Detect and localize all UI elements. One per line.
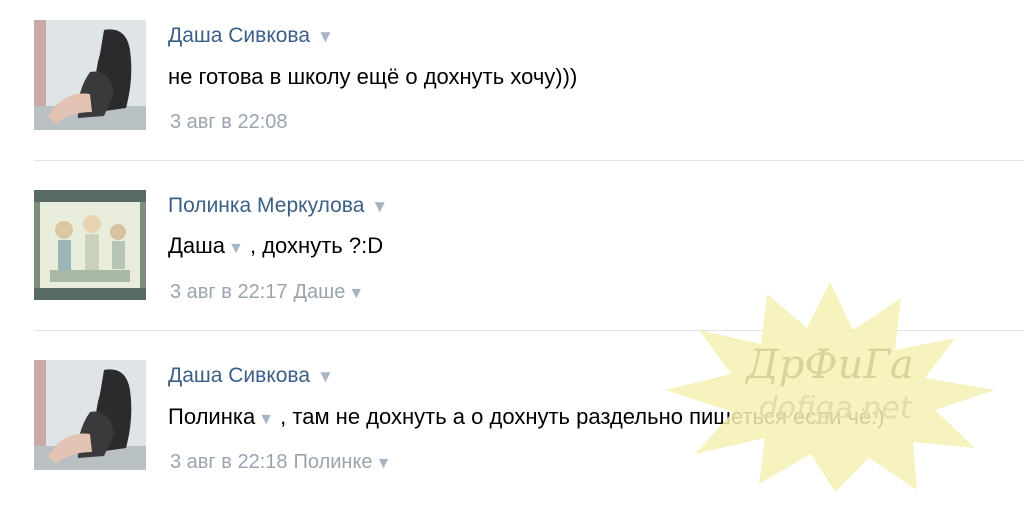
author-name[interactable]: Даша Сивкова [168, 24, 310, 47]
avatar[interactable] [34, 360, 146, 470]
triangle-down-icon[interactable]: ▼ [371, 197, 388, 216]
watermark-title: ДрФиГа [744, 342, 913, 388]
avatar-image-girl-window [34, 20, 146, 130]
comment-text-body: , дохнуть ?:D [250, 233, 384, 258]
triangle-down-icon[interactable]: ▼ [258, 411, 274, 428]
triangle-down-icon[interactable]: ▼ [317, 27, 334, 46]
comment-meta: 3 авг в 22:08 [170, 111, 288, 134]
comment-time[interactable]: 3 авг в 22:08 [170, 111, 288, 133]
avatar[interactable] [34, 190, 146, 300]
author-name[interactable]: Даша Сивкова [168, 364, 310, 387]
comment-time[interactable]: 3 авг в 22:17 [170, 281, 288, 303]
comment-meta: 3 авг в 22:18 Полинке ▼ [170, 451, 391, 474]
triangle-down-icon[interactable]: ▼ [228, 240, 244, 257]
comment-text: Даша ▼ , дохнуть ?:D [168, 233, 383, 259]
reply-to-link[interactable]: Даше [294, 281, 346, 303]
comment-author[interactable]: Даша Сивкова ▼ [168, 24, 334, 48]
comment-text: не готова в школу ещё о дохнуть хочу))) [168, 64, 578, 89]
reply-to-link[interactable]: Полинке [294, 451, 373, 473]
site-watermark: ДрФиГа dofiga.net [655, 278, 1005, 496]
avatar-image-girl-window [34, 360, 146, 470]
comment-meta: 3 авг в 22:17 Даше ▼ [170, 281, 364, 304]
comment-author[interactable]: Полинка Меркулова ▼ [168, 194, 388, 218]
mention-link[interactable]: Полинка [168, 404, 255, 429]
mention-link[interactable]: Даша [168, 233, 225, 258]
watermark-site: dofiga.net [759, 391, 913, 426]
author-name[interactable]: Полинка Меркулова [168, 194, 364, 217]
starburst-logo: ДрФиГа dofiga.net [665, 282, 995, 492]
avatar-image-group-photo [34, 190, 146, 300]
triangle-down-icon[interactable]: ▼ [317, 367, 334, 386]
comment-author[interactable]: Даша Сивкова ▼ [168, 364, 334, 388]
triangle-down-icon[interactable]: ▼ [376, 455, 392, 472]
divider [34, 160, 1024, 161]
comment-time[interactable]: 3 авг в 22:18 [170, 451, 288, 473]
avatar[interactable] [34, 20, 146, 130]
triangle-down-icon[interactable]: ▼ [348, 285, 364, 302]
